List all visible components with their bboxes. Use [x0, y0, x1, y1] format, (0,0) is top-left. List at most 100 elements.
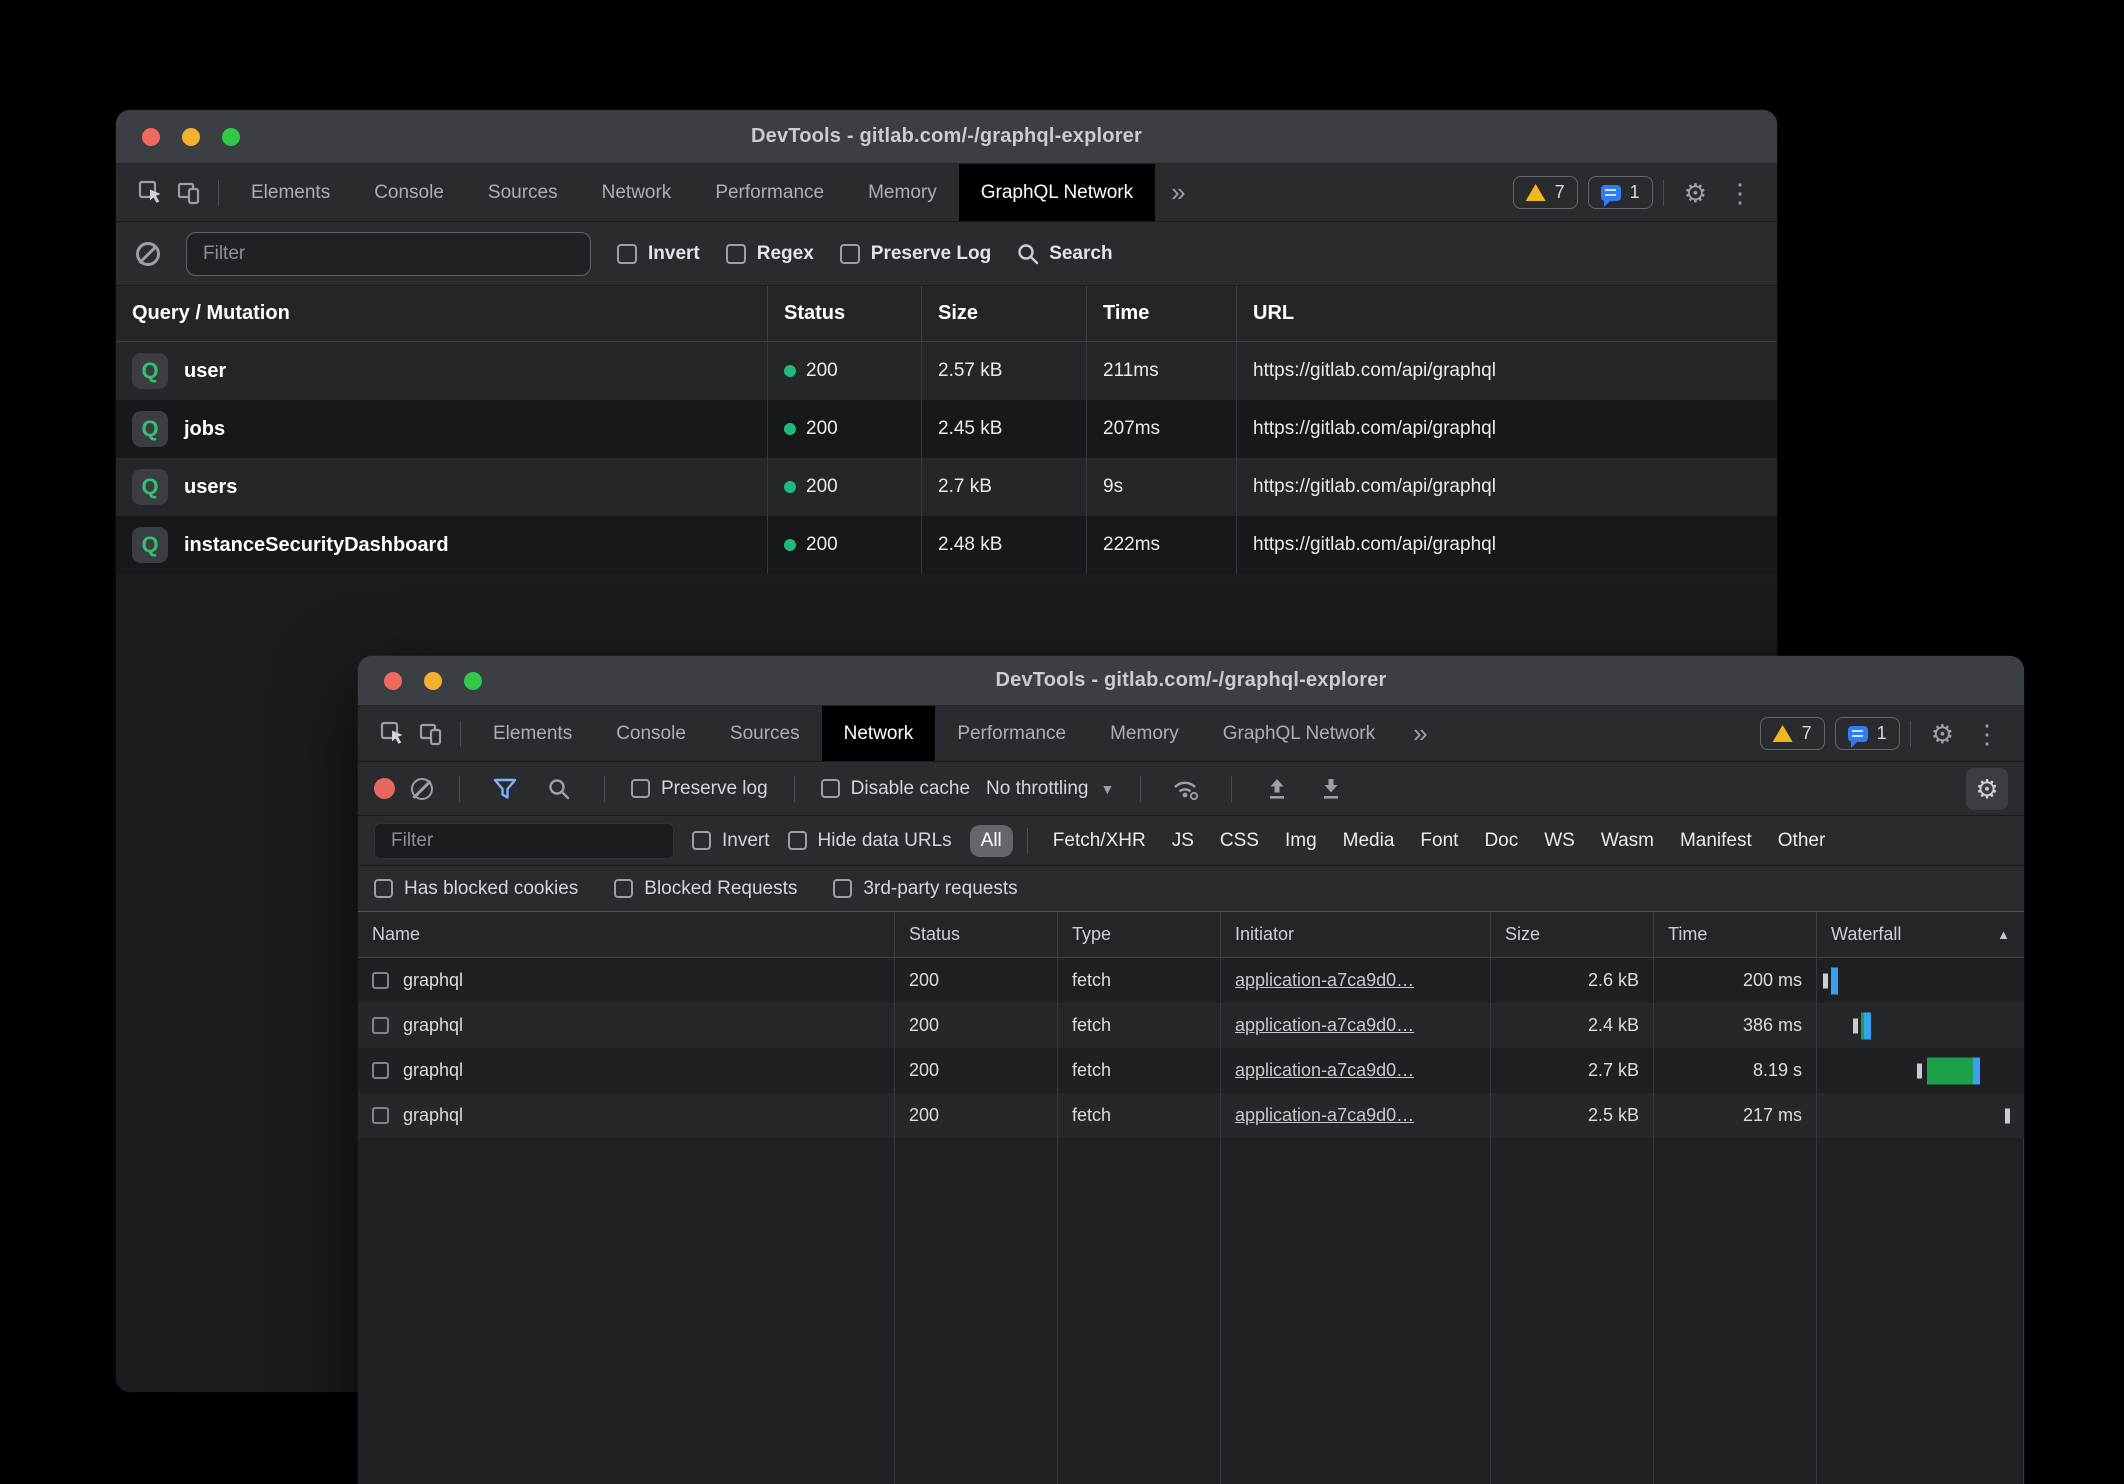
table-row[interactable]: Qusers2002.7 kB9shttps://gitlab.com/api/…: [116, 458, 1777, 516]
tab-console[interactable]: Console: [594, 706, 708, 761]
inspect-element-icon[interactable]: [374, 715, 412, 753]
type-filter-img[interactable]: Img: [1274, 825, 1328, 857]
column-header-url[interactable]: URL: [1237, 286, 1777, 341]
3rd-party-requests-checkbox[interactable]: 3rd-party requests: [833, 878, 1017, 900]
column-header-name[interactable]: Name: [358, 912, 895, 957]
sort-asc-icon: ▲: [1997, 927, 2010, 942]
column-header-waterfall[interactable]: Waterfall▲: [1817, 912, 2024, 957]
clear-icon[interactable]: [411, 778, 433, 800]
blocked-requests-checkbox[interactable]: Blocked Requests: [614, 878, 797, 900]
device-toolbar-icon[interactable]: [170, 174, 208, 212]
issues-badge[interactable]: 1: [1835, 717, 1900, 750]
tab-graphql-network[interactable]: GraphQL Network: [959, 164, 1155, 221]
filter-input[interactable]: [186, 232, 591, 276]
clear-icon[interactable]: [136, 242, 160, 266]
tab-network[interactable]: Network: [822, 706, 936, 761]
minimize-button[interactable]: [424, 672, 442, 690]
network-settings-button[interactable]: ⚙: [1966, 768, 2008, 810]
column-header-size[interactable]: Size: [1491, 912, 1654, 957]
type-filter-doc[interactable]: Doc: [1473, 825, 1529, 857]
type-filter-manifest[interactable]: Manifest: [1669, 825, 1763, 857]
tab-console[interactable]: Console: [352, 164, 466, 221]
kebab-menu-icon[interactable]: ⋮: [1964, 721, 2010, 747]
export-har-icon[interactable]: [1312, 770, 1350, 808]
tab-performance[interactable]: Performance: [693, 164, 846, 221]
table-row[interactable]: Quser2002.57 kB211mshttps://gitlab.com/a…: [116, 342, 1777, 400]
filter-funnel-icon[interactable]: [486, 770, 524, 808]
search-control[interactable]: Search: [1017, 243, 1112, 265]
row-checkbox[interactable]: [372, 1107, 389, 1124]
type-filter-fetch-xhr[interactable]: Fetch/XHR: [1042, 825, 1157, 857]
table-row[interactable]: QinstanceSecurityDashboard2002.48 kB222m…: [116, 516, 1777, 574]
disable-cache-checkbox[interactable]: Disable cache: [821, 778, 970, 800]
hide-data-urls-checkbox[interactable]: Hide data URLs: [788, 830, 952, 852]
filter-input[interactable]: [374, 823, 674, 859]
minimize-button[interactable]: [182, 128, 200, 146]
tab-memory[interactable]: Memory: [1088, 706, 1201, 761]
initiator-cell: application-a7ca9d0…: [1221, 1003, 1491, 1048]
row-checkbox[interactable]: [372, 1017, 389, 1034]
search-icon[interactable]: [540, 770, 578, 808]
tab-performance[interactable]: Performance: [935, 706, 1088, 761]
settings-gear-icon[interactable]: ⚙: [1674, 180, 1717, 206]
column-header-query-mutation[interactable]: Query / Mutation: [116, 286, 768, 341]
close-button[interactable]: [142, 128, 160, 146]
network-conditions-icon[interactable]: [1167, 770, 1205, 808]
preserve-log-checkbox[interactable]: Preserve log: [631, 778, 768, 800]
type-filter-all[interactable]: All: [970, 825, 1013, 857]
type-filter-font[interactable]: Font: [1409, 825, 1469, 857]
column-header-size[interactable]: Size: [922, 286, 1087, 341]
has-blocked-cookies-checkbox[interactable]: Has blocked cookies: [374, 878, 578, 900]
table-row[interactable]: graphql200fetchapplication-a7ca9d0…2.7 k…: [358, 1048, 2024, 1093]
record-button[interactable]: [374, 778, 395, 799]
initiator-link[interactable]: application-a7ca9d0…: [1235, 1105, 1414, 1126]
table-row[interactable]: graphql200fetchapplication-a7ca9d0…2.6 k…: [358, 958, 2024, 1003]
type-filter-wasm[interactable]: Wasm: [1590, 825, 1665, 857]
tab-elements[interactable]: Elements: [229, 164, 352, 221]
column-header-status[interactable]: Status: [768, 286, 922, 341]
waterfall-cell: [1817, 1048, 2024, 1093]
initiator-link[interactable]: application-a7ca9d0…: [1235, 970, 1414, 991]
column-header-initiator[interactable]: Initiator: [1221, 912, 1491, 957]
row-checkbox[interactable]: [372, 972, 389, 989]
warnings-badge[interactable]: 7: [1760, 717, 1825, 750]
tab-elements[interactable]: Elements: [471, 706, 594, 761]
inspect-element-icon[interactable]: [132, 174, 170, 212]
tab-graphql-network[interactable]: GraphQL Network: [1201, 706, 1397, 761]
column-header-time[interactable]: Time: [1087, 286, 1237, 341]
type-filter-css[interactable]: CSS: [1209, 825, 1270, 857]
table-row[interactable]: graphql200fetchapplication-a7ca9d0…2.5 k…: [358, 1093, 2024, 1138]
type-filter-media[interactable]: Media: [1332, 825, 1406, 857]
invert-checkbox[interactable]: Invert: [692, 830, 770, 852]
column-header-status[interactable]: Status: [895, 912, 1058, 957]
column-header-type[interactable]: Type: [1058, 912, 1221, 957]
row-checkbox[interactable]: [372, 1062, 389, 1079]
preserve-log-checkbox[interactable]: Preserve Log: [840, 243, 991, 265]
import-har-icon[interactable]: [1258, 770, 1296, 808]
more-tabs-icon[interactable]: »: [1155, 177, 1201, 208]
more-tabs-icon[interactable]: »: [1397, 718, 1443, 749]
type-filter-ws[interactable]: WS: [1533, 825, 1586, 857]
warnings-badge[interactable]: 7: [1513, 176, 1578, 209]
initiator-link[interactable]: application-a7ca9d0…: [1235, 1015, 1414, 1036]
tab-sources[interactable]: Sources: [466, 164, 580, 221]
maximize-button[interactable]: [464, 672, 482, 690]
table-row[interactable]: Qjobs2002.45 kB207mshttps://gitlab.com/a…: [116, 400, 1777, 458]
close-button[interactable]: [384, 672, 402, 690]
device-toolbar-icon[interactable]: [412, 715, 450, 753]
issues-badge[interactable]: 1: [1588, 176, 1653, 209]
kebab-menu-icon[interactable]: ⋮: [1717, 180, 1763, 206]
invert-checkbox[interactable]: Invert: [617, 243, 700, 265]
tab-memory[interactable]: Memory: [846, 164, 959, 221]
tab-sources[interactable]: Sources: [708, 706, 822, 761]
type-filter-js[interactable]: JS: [1161, 825, 1205, 857]
regex-checkbox[interactable]: Regex: [726, 243, 814, 265]
settings-gear-icon[interactable]: ⚙: [1921, 721, 1964, 747]
tab-network[interactable]: Network: [580, 164, 694, 221]
column-header-time[interactable]: Time: [1654, 912, 1817, 957]
type-filter-other[interactable]: Other: [1767, 825, 1837, 857]
maximize-button[interactable]: [222, 128, 240, 146]
table-row[interactable]: graphql200fetchapplication-a7ca9d0…2.4 k…: [358, 1003, 2024, 1048]
initiator-link[interactable]: application-a7ca9d0…: [1235, 1060, 1414, 1081]
throttling-select[interactable]: No throttling ▼: [986, 778, 1114, 800]
